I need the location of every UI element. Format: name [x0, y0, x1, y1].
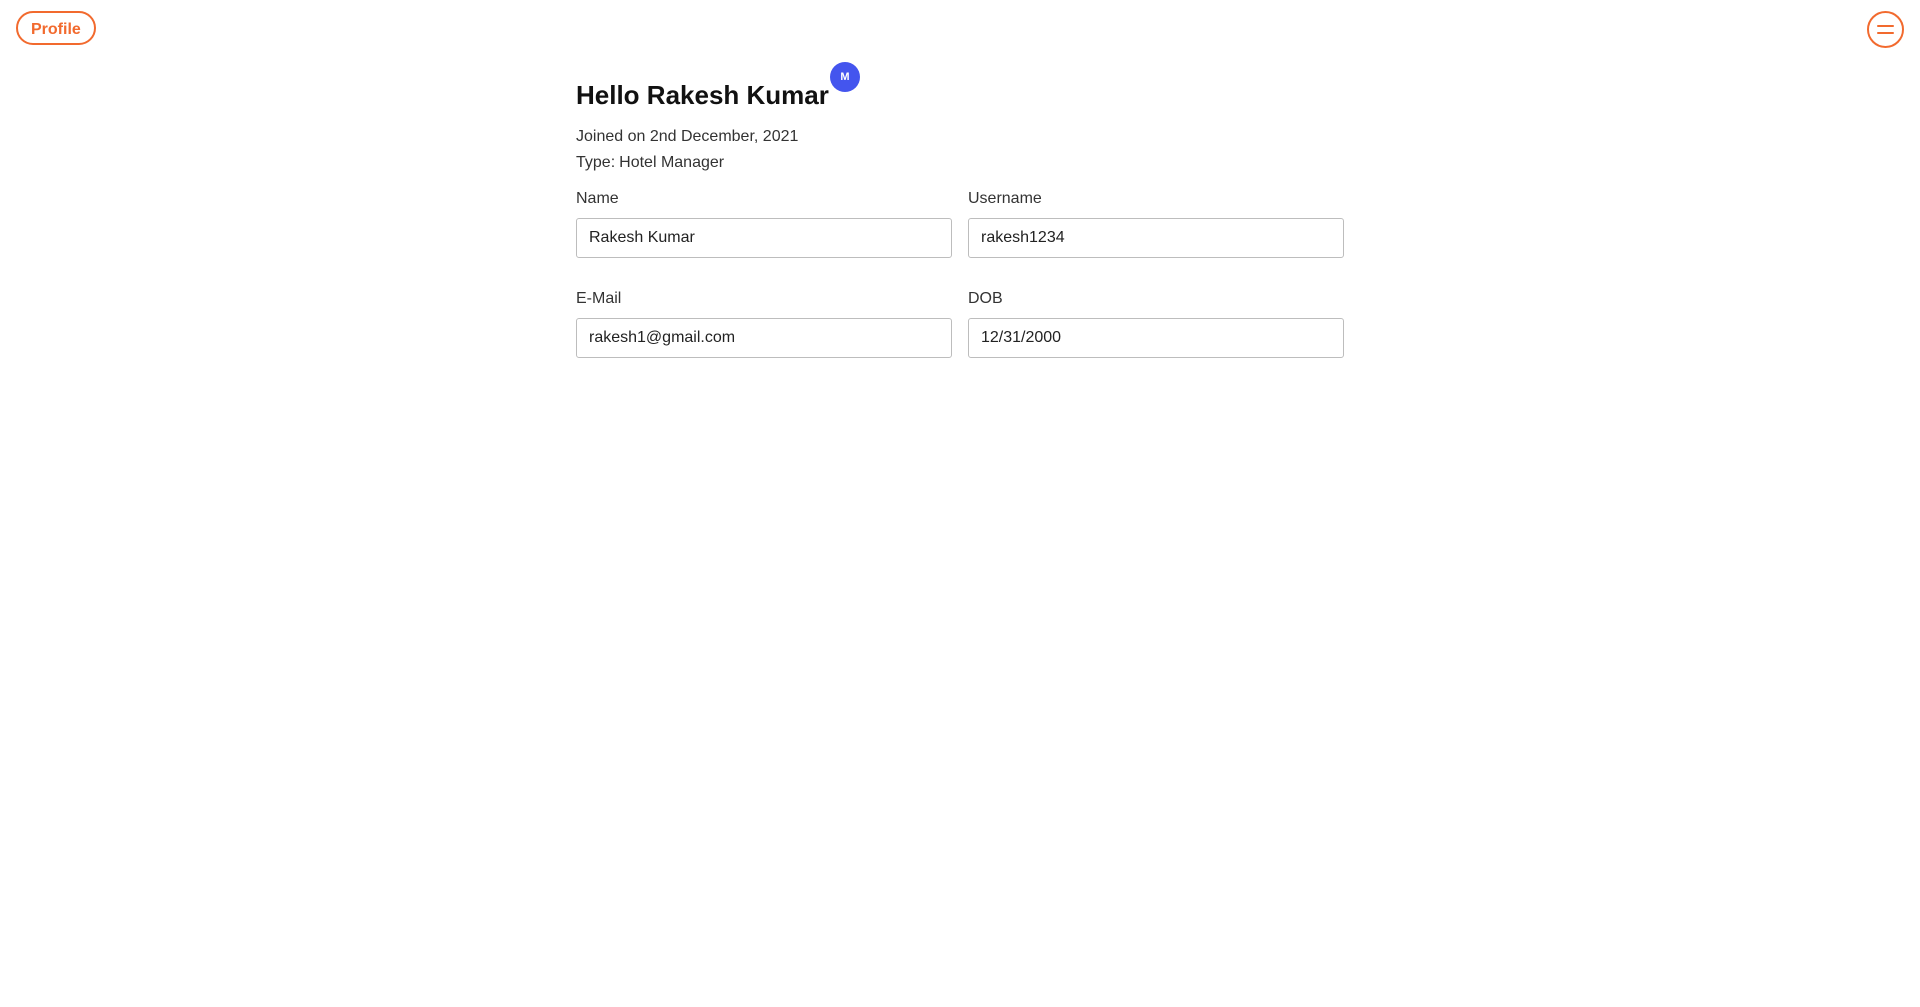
name-input[interactable] [576, 218, 952, 258]
username-field-group: Username [968, 190, 1344, 258]
menu-bar-bottom [1877, 32, 1894, 34]
top-bar: Profile [0, 0, 1920, 60]
menu-bar-top [1877, 25, 1894, 27]
dob-input[interactable] [968, 318, 1344, 358]
username-label: Username [968, 190, 1042, 207]
joined-date: Joined on 2nd December, 2021 [576, 128, 799, 145]
user-type: Type: Hotel Manager [576, 154, 724, 172]
email-input[interactable] [576, 318, 952, 358]
dob-label: DOB [968, 290, 1003, 307]
greeting-block: Hello Rakesh Kumar M [576, 62, 860, 112]
user-type-label: Type: [576, 154, 616, 171]
name-field-group: Name [576, 190, 952, 258]
email-field-group: E-Mail [576, 290, 952, 358]
hamburger-menu-icon[interactable] [1867, 11, 1904, 48]
name-label: Name [576, 190, 619, 207]
role-badge: M [830, 62, 860, 92]
dob-field-group: DOB [968, 290, 1344, 358]
email-label: E-Mail [576, 290, 622, 307]
page-title: Hello Rakesh Kumar [576, 80, 829, 110]
user-type-value: Hotel Manager [619, 154, 725, 171]
username-input[interactable] [968, 218, 1344, 258]
profile-button[interactable]: Profile [16, 11, 96, 45]
